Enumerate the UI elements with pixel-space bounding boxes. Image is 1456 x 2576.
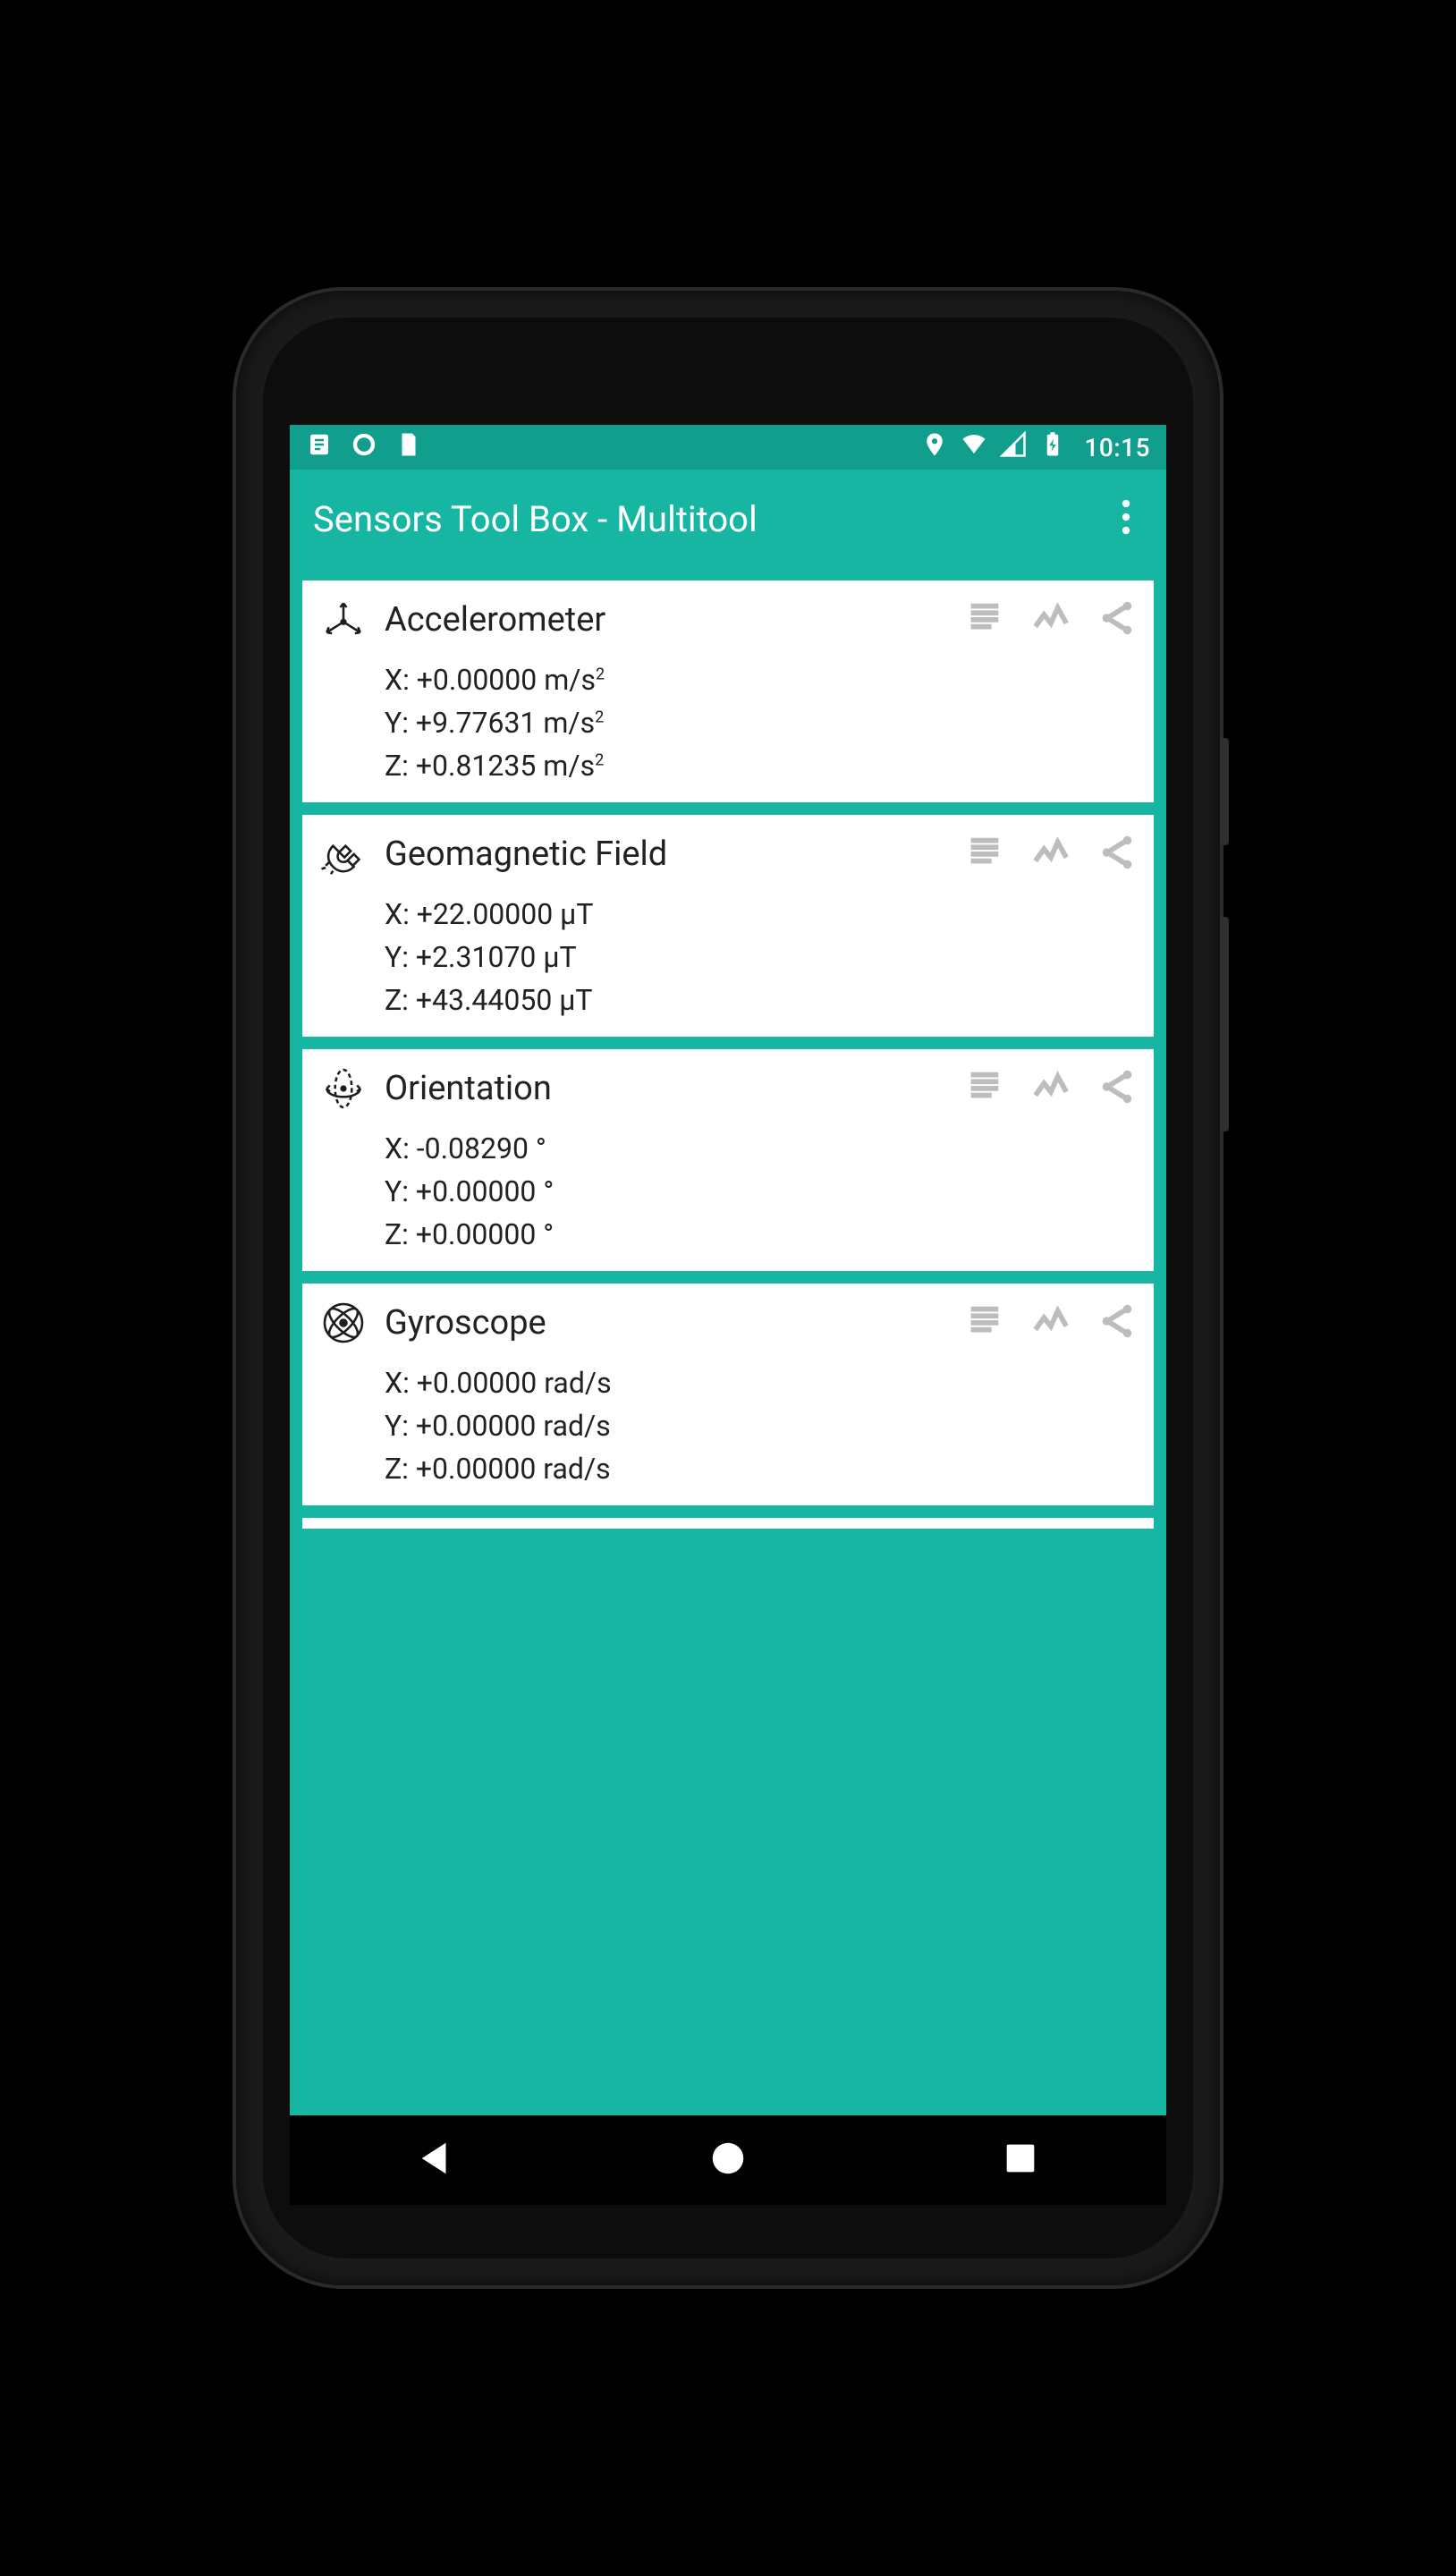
sensor-card-partial[interactable] <box>302 1518 1154 1529</box>
sensor-title: Orientation <box>385 1069 552 1108</box>
share-icon <box>1096 832 1138 873</box>
graph-icon <box>1030 832 1071 873</box>
circle-home-icon <box>707 2138 749 2179</box>
sensor-card-accelerometer[interactable]: Accelerometer X: +0.00000 m/s2 Y: +9.776… <box>302 580 1154 802</box>
app-screen: 10:15 Sensors Tool Box - Multitool Accel… <box>290 425 1166 2142</box>
graph-button[interactable] <box>1030 1301 1071 1345</box>
reading-z: Z: +43.44050 µT <box>385 983 1138 1017</box>
lines-icon <box>964 1066 1005 1107</box>
share-button[interactable] <box>1096 832 1138 877</box>
triangle-back-icon <box>415 2138 456 2179</box>
reading-x: X: +22.00000 µT <box>385 897 1138 931</box>
cell-signal-icon <box>1000 431 1027 464</box>
atom-icon <box>318 1298 368 1348</box>
back-button[interactable] <box>397 2120 474 2200</box>
app-title: Sensors Tool Box - Multitool <box>313 498 758 540</box>
lines-icon <box>964 1301 1005 1342</box>
rotation-icon <box>318 1063 368 1114</box>
reading-y: Y: +2.31070 µT <box>385 940 1138 974</box>
wifi-icon <box>961 431 987 464</box>
android-nav-bar <box>290 2115 1166 2205</box>
reading-x: X: +0.00000 rad/s <box>385 1366 1138 1400</box>
notification-note-icon <box>306 431 333 464</box>
graph-button[interactable] <box>1030 1066 1071 1111</box>
reading-z: Z: +0.00000 rad/s <box>385 1452 1138 1486</box>
list-button[interactable] <box>964 1066 1005 1111</box>
status-bar: 10:15 <box>290 425 1166 470</box>
share-icon <box>1096 597 1138 639</box>
lines-icon <box>964 597 1005 639</box>
graph-button[interactable] <box>1030 597 1071 642</box>
lines-icon <box>964 832 1005 873</box>
home-button[interactable] <box>690 2120 766 2200</box>
graph-icon <box>1030 1066 1071 1107</box>
phone-power-button <box>1220 738 1229 845</box>
app-bar: Sensors Tool Box - Multitool <box>290 470 1166 568</box>
recent-apps-button[interactable] <box>982 2120 1059 2200</box>
phone-volume-button <box>1220 917 1229 1131</box>
sensor-title: Accelerometer <box>385 600 605 640</box>
list-button[interactable] <box>964 597 1005 642</box>
reading-y: Y: +0.00000 ° <box>385 1174 1138 1208</box>
reading-z: Z: +0.00000 ° <box>385 1217 1138 1251</box>
square-recent-icon <box>1000 2138 1041 2179</box>
more-vert-icon <box>1122 499 1130 535</box>
status-clock: 10:15 <box>1084 433 1150 462</box>
location-icon <box>921 431 948 464</box>
sd-card-icon <box>395 431 422 464</box>
graph-button[interactable] <box>1030 832 1071 877</box>
notification-circle-icon <box>351 431 377 464</box>
reading-x: X: -0.08290 ° <box>385 1131 1138 1165</box>
battery-charging-icon <box>1039 431 1066 464</box>
reading-x: X: +0.00000 m/s2 <box>385 663 1138 697</box>
share-icon <box>1096 1301 1138 1342</box>
share-button[interactable] <box>1096 597 1138 642</box>
sensor-title: Gyroscope <box>385 1303 546 1343</box>
axes-icon <box>318 595 368 645</box>
sensor-card-geomagnetic[interactable]: Geomagnetic Field X: +22.00000 µT Y: +2.… <box>302 815 1154 1037</box>
phone-frame: 10:15 Sensors Tool Box - Multitool Accel… <box>236 291 1220 2285</box>
reading-y: Y: +9.77631 m/s2 <box>385 706 1138 740</box>
magnet-icon <box>318 829 368 879</box>
sensor-title: Geomagnetic Field <box>385 835 667 874</box>
share-icon <box>1096 1066 1138 1107</box>
more-menu-button[interactable] <box>1109 487 1143 551</box>
sensor-list[interactable]: Accelerometer X: +0.00000 m/s2 Y: +9.776… <box>290 568 1166 2142</box>
list-button[interactable] <box>964 832 1005 877</box>
reading-z: Z: +0.81235 m/s2 <box>385 749 1138 783</box>
graph-icon <box>1030 597 1071 639</box>
graph-icon <box>1030 1301 1071 1342</box>
reading-y: Y: +0.00000 rad/s <box>385 1409 1138 1443</box>
list-button[interactable] <box>964 1301 1005 1345</box>
share-button[interactable] <box>1096 1301 1138 1345</box>
share-button[interactable] <box>1096 1066 1138 1111</box>
sensor-card-orientation[interactable]: Orientation X: -0.08290 ° Y: +0.00000 ° … <box>302 1049 1154 1271</box>
sensor-card-gyroscope[interactable]: Gyroscope X: +0.00000 rad/s Y: +0.00000 … <box>302 1284 1154 1505</box>
